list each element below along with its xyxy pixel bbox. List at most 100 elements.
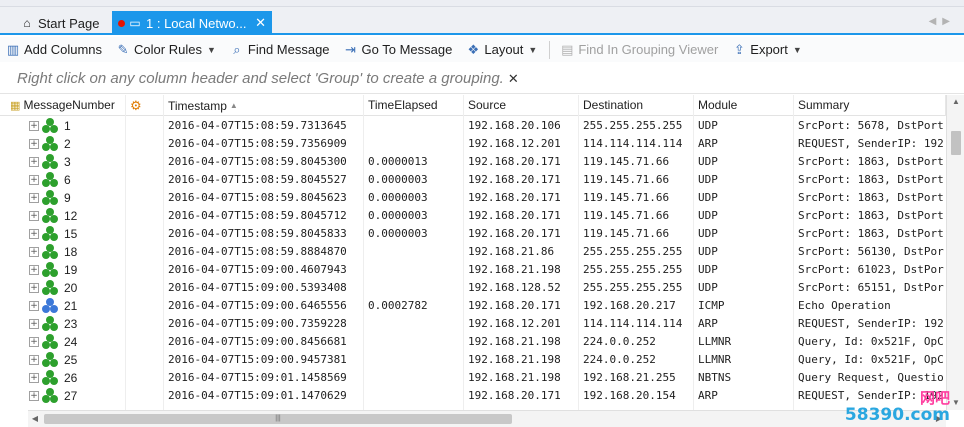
column-header-timestamp[interactable]: Timestamp ▲ <box>164 95 364 116</box>
message-icon-ball <box>50 395 58 403</box>
cell-summary: Query Request, Questio <box>798 371 944 384</box>
expand-row-icon[interactable]: + <box>29 265 39 275</box>
cell-elapsed: 0.0000003 <box>368 227 428 240</box>
cell-summary: SrcPort: 56130, DstPor <box>798 245 944 258</box>
expand-row-icon[interactable]: + <box>29 229 39 239</box>
grouping-viewer-icon: ▤ <box>561 41 574 57</box>
find-message-button[interactable]: ⌕ Find Message <box>224 39 334 61</box>
expand-row-icon[interactable]: + <box>29 337 39 347</box>
expand-row-icon[interactable]: + <box>29 247 39 257</box>
column-header-label: Summary <box>798 98 850 112</box>
message-icon-ball <box>50 287 58 295</box>
table-row[interactable]: +26 2016-04-07T15:09:01.1458569 192.168.21… <box>0 369 946 387</box>
cell-elapsed: 0.0002782 <box>368 299 428 312</box>
window-icon: ▭ <box>129 16 141 30</box>
table-row[interactable]: +18 2016-04-07T15:08:59.8884870 192.168.21… <box>0 243 946 261</box>
table-row[interactable]: +9 2016-04-07T15:08:59.8045623 0.0000003 19… <box>0 189 946 207</box>
message-protocol-icon <box>42 226 58 242</box>
cell-number: 12 <box>64 209 78 223</box>
table-row[interactable]: +21 2016-04-07T15:09:00.6465556 0.0002782 1… <box>0 297 946 315</box>
dropdown-caret-icon[interactable]: ▼ <box>793 45 802 55</box>
table-row[interactable]: +25 2016-04-07T15:09:00.9457381 192.168.21… <box>0 351 946 369</box>
column-header-source[interactable]: Source <box>464 95 579 116</box>
table-row[interactable]: +3 2016-04-07T15:08:59.8045300 0.0000013 19… <box>0 153 946 171</box>
cell-summary: SrcPort: 1863, DstPort <box>798 209 944 222</box>
expand-row-icon[interactable]: + <box>29 373 39 383</box>
message-icon-ball <box>50 305 58 313</box>
sort-ascending-icon: ▲ <box>229 101 238 110</box>
find-in-grouping-viewer-button[interactable]: ▤ Find In Grouping Viewer <box>554 39 722 61</box>
table-row[interactable]: +24 2016-04-07T15:09:00.8456681 192.168.21… <box>0 333 946 351</box>
column-header-summary[interactable]: Summary <box>794 95 946 116</box>
expand-row-icon[interactable]: + <box>29 157 39 167</box>
expand-row-icon[interactable]: + <box>29 301 39 311</box>
expand-row-icon[interactable]: + <box>29 319 39 329</box>
column-header-module[interactable]: Module <box>694 95 794 116</box>
cell-source: 192.168.20.171 <box>468 209 561 222</box>
close-icon[interactable]: ✕ <box>247 15 266 31</box>
scroll-thumb[interactable]: ||| <box>44 414 512 424</box>
expand-row-icon[interactable]: + <box>29 391 39 401</box>
table-row[interactable]: +12 2016-04-07T15:08:59.8045712 0.0000003 1… <box>0 207 946 225</box>
scroll-thumb[interactable] <box>951 131 961 155</box>
message-icon-ball <box>50 341 58 349</box>
column-header-flag[interactable]: ⚙ <box>126 95 164 116</box>
close-icon[interactable]: ✕ <box>508 71 519 87</box>
tab-start-page[interactable]: ⌂ Start Page <box>14 11 110 35</box>
add-columns-button[interactable]: ▥ Add Columns <box>0 39 106 61</box>
go-to-message-button[interactable]: ⇥ Go To Message <box>338 39 457 61</box>
layout-button[interactable]: ❖ Layout ▼ <box>460 39 541 61</box>
message-icon-ball <box>42 143 50 151</box>
cell-destination: 114.114.114.114 <box>583 137 683 150</box>
tab-local-network[interactable]: ▭ 1 : Local Netwo... ✕ <box>112 11 272 35</box>
message-icon-ball <box>42 179 50 187</box>
cell-summary: SrcPort: 61023, DstPor <box>798 263 944 276</box>
table-row[interactable]: +20 2016-04-07T15:09:00.5393408 192.168.12… <box>0 279 946 297</box>
expand-row-icon[interactable]: + <box>29 283 39 293</box>
diagnosis-flag-icon: ⚙ <box>130 98 142 113</box>
tab-scroll-arrows-icon[interactable]: ◀▶ <box>929 16 956 27</box>
site-watermark: 网吧 58390.com <box>845 391 950 424</box>
table-row[interactable]: +2 2016-04-07T15:08:59.7356909 192.168.12.… <box>0 135 946 153</box>
horizontal-scrollbar[interactable]: ◀ ||| ▶ <box>28 410 946 427</box>
column-header-label: TimeElapsed <box>368 98 438 112</box>
expand-row-icon[interactable]: + <box>29 139 39 149</box>
column-chooser-icon[interactable]: ▦ <box>10 100 23 112</box>
color-rules-button[interactable]: ✎ Color Rules ▼ <box>110 39 220 61</box>
message-icon-ball <box>50 269 58 277</box>
cell-source: 192.168.20.171 <box>468 389 561 402</box>
export-button[interactable]: ⇪ Export ▼ <box>726 39 806 61</box>
title-strip <box>0 0 964 7</box>
expand-row-icon[interactable]: + <box>29 175 39 185</box>
cell-module: LLMNR <box>698 353 732 366</box>
table-row[interactable]: +19 2016-04-07T15:09:00.4607943 192.168.21… <box>0 261 946 279</box>
table-row[interactable]: +6 2016-04-07T15:08:59.8045527 0.0000003 19… <box>0 171 946 189</box>
expand-row-icon[interactable]: + <box>29 193 39 203</box>
scroll-left-icon[interactable]: ◀ <box>28 411 42 427</box>
column-header-number[interactable]: ▦ MessageNumber <box>0 95 126 116</box>
message-icon-ball <box>50 197 58 205</box>
column-header-destination[interactable]: Destination <box>579 95 694 116</box>
table-row[interactable]: +27 2016-04-07T15:09:01.1470629 192.168.20… <box>0 387 946 405</box>
table-row[interactable]: +1 2016-04-07T15:08:59.7313645 192.168.20.… <box>0 117 946 135</box>
cell-module: ARP <box>698 389 718 402</box>
dropdown-caret-icon[interactable]: ▼ <box>528 45 537 55</box>
expand-row-icon[interactable]: + <box>29 355 39 365</box>
cell-destination: 119.145.71.66 <box>583 209 670 222</box>
expand-row-icon[interactable]: + <box>29 211 39 221</box>
vertical-scrollbar[interactable]: ▲ ▼ <box>946 95 964 410</box>
message-protocol-icon <box>42 388 58 404</box>
expand-row-icon[interactable]: + <box>29 121 39 131</box>
message-icon-ball <box>42 233 50 241</box>
column-header-elapsed[interactable]: TimeElapsed <box>364 95 464 116</box>
cell-number: 6 <box>64 173 71 187</box>
message-protocol-icon <box>42 208 58 224</box>
scroll-up-icon[interactable]: ▲ <box>947 95 964 109</box>
table-row[interactable]: +15 2016-04-07T15:08:59.8045833 0.0000003 1… <box>0 225 946 243</box>
capture-dot-icon <box>118 19 125 27</box>
dropdown-caret-icon[interactable]: ▼ <box>207 45 216 55</box>
cell-destination: 119.145.71.66 <box>583 227 670 240</box>
cell-source: 192.168.20.171 <box>468 191 561 204</box>
table-row[interactable]: +23 2016-04-07T15:09:00.7359228 192.168.12… <box>0 315 946 333</box>
cell-destination: 255.255.255.255 <box>583 263 683 276</box>
